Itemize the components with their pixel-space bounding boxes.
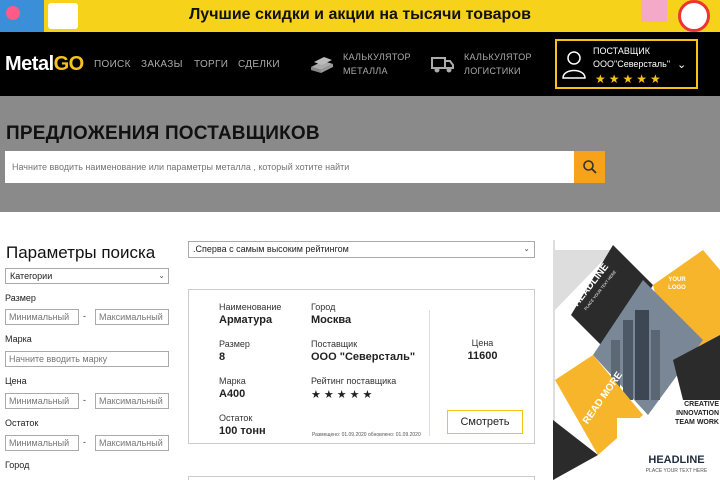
chevron-down-icon: ⌄ <box>523 244 530 253</box>
calc-metal-line2: МЕТАЛЛА <box>343 66 388 76</box>
ad-tagline-line2: INNOVATION <box>676 410 719 417</box>
ad-headline-main: HEADLINE <box>633 454 720 466</box>
city-label: Город <box>5 460 30 470</box>
city-value: Москва <box>311 314 352 326</box>
size-max-input[interactable]: Максимальный <box>95 309 169 325</box>
offer-dates: Размещено: 01.09.2020 обновлено: 01.09.2… <box>312 432 421 438</box>
sort-select-value: .Сперва с самым высоким рейтингом <box>193 244 349 254</box>
offer-card <box>188 476 535 480</box>
chevron-down-icon: ⌄ <box>158 271 165 280</box>
offer-card: Наименование Арматура Город Москва Разме… <box>188 289 535 444</box>
hero-section: ПРЕДЛОЖЕНИЯ ПОСТАВЩИКОВ <box>0 96 720 212</box>
metal-calculator-link[interactable]: КАЛЬКУЛЯТОР МЕТАЛЛА <box>309 49 411 79</box>
brand-input[interactable]: Начните вводить марку <box>5 351 169 367</box>
promo-badge-image <box>678 0 710 32</box>
filters-title: Параметры поиска <box>6 243 156 262</box>
supplier-account-menu[interactable]: ПОСТАВЩИК ООО"Северсталь" ⌄ ★★★★★ <box>555 39 698 89</box>
calc-logistics-line2: ЛОГИСТИКИ <box>464 66 521 76</box>
category-select[interactable]: Категории ⌄ <box>5 268 169 284</box>
logistics-calculator-link[interactable]: КАЛЬКУЛЯТОР ЛОГИСТИКИ <box>430 49 532 79</box>
supplier-label: Поставщик <box>311 339 358 349</box>
size-min-input[interactable]: Минимальный <box>5 309 79 325</box>
ad-your-logo: YOUR LOGO <box>668 277 686 291</box>
calc-logistics-line1: КАЛЬКУЛЯТОР <box>464 52 532 62</box>
supplier-value: ООО "Северсталь" <box>311 351 416 363</box>
promo-text: Лучшие скидки и акции на тысячи товаров <box>189 6 531 23</box>
ad-tagline: CREATIVE INNOVATION TEAM WORK <box>639 400 719 427</box>
user-avatar-icon <box>562 51 586 79</box>
rating-label: Рейтинг поставщика <box>311 376 397 386</box>
metal-bars-icon <box>311 57 333 73</box>
ad-headline-sub: PLACE YOUR TEXT HERE <box>645 468 708 474</box>
top-navbar: MetalGO ПОИСК ЗАКАЗЫ ТОРГИ СДЕЛКИ КАЛЬКУ… <box>0 32 720 96</box>
brand-value: А400 <box>219 388 246 400</box>
advertisement-banner[interactable]: HEADLINE PLACE YOUR TEXT HERE YOUR LOGO … <box>553 240 720 480</box>
calc-metal-line1: КАЛЬКУЛЯТОР <box>343 52 411 62</box>
price-min-input[interactable]: Минимальный <box>5 393 79 409</box>
stock-min-input[interactable]: Минимальный <box>5 435 79 451</box>
range-dash: - <box>83 437 86 447</box>
size-label: Размер <box>219 339 250 349</box>
truck-icon <box>431 57 454 73</box>
size-label: Размер <box>5 293 36 303</box>
supplier-rating-stars: ★★★★★ <box>595 72 664 86</box>
nav-link-search[interactable]: ПОИСК <box>94 59 131 70</box>
stock-label: Остаток <box>5 418 39 428</box>
logo-accent-text: GO <box>53 53 85 75</box>
logo-text: Metal <box>5 53 54 75</box>
search-button[interactable] <box>574 151 605 183</box>
promo-image-pink <box>641 0 667 22</box>
price-max-input[interactable]: Максимальный <box>95 393 169 409</box>
stock-value: 100 тонн <box>219 425 266 437</box>
price-value: 11600 <box>467 350 498 362</box>
price-label: Цена <box>471 338 494 348</box>
nav-link-tenders[interactable]: ТОРГИ <box>194 59 228 70</box>
price-label: Цена <box>5 376 27 386</box>
rating-stars: ★★★★★ <box>311 389 376 401</box>
ad-tagline-line3: TEAM WORK <box>675 419 719 426</box>
sort-select[interactable]: .Сперва с самым высоким рейтингом ⌄ <box>188 241 535 258</box>
brand-label: Марка <box>5 334 32 344</box>
range-dash: - <box>83 395 86 405</box>
supplier-role: ПОСТАВЩИК <box>593 46 651 56</box>
view-offer-button[interactable]: Смотреть <box>447 410 523 434</box>
promo-banner[interactable]: Лучшие скидки и акции на тысячи товаров <box>0 0 720 32</box>
nav-link-deals[interactable]: СДЕЛКИ <box>238 59 280 70</box>
name-label: Наименование <box>219 302 282 312</box>
chevron-down-icon[interactable]: ⌄ <box>677 58 686 71</box>
range-dash: - <box>83 311 86 321</box>
ad-tagline-line1: CREATIVE <box>684 401 719 408</box>
stock-label: Остаток <box>219 413 253 423</box>
product-name: Арматура <box>219 314 273 326</box>
search-icon <box>582 160 597 174</box>
supplier-name: ООО"Северсталь" <box>593 59 671 69</box>
city-label: Город <box>311 302 336 312</box>
page-title: ПРЕДЛОЖЕНИЯ ПОСТАВЩИКОВ <box>6 123 320 144</box>
category-select-value: Категории <box>10 271 53 281</box>
stock-max-input[interactable]: Максимальный <box>95 435 169 451</box>
search-input[interactable] <box>5 151 574 183</box>
nav-link-orders[interactable]: ЗАКАЗЫ <box>141 59 183 70</box>
ad-headline-text: HEADLINE <box>648 454 705 466</box>
card-divider <box>429 310 430 436</box>
brand-label: Марка <box>219 376 246 386</box>
site-logo[interactable]: MetalGO <box>5 53 84 76</box>
size-value: 8 <box>219 351 226 363</box>
